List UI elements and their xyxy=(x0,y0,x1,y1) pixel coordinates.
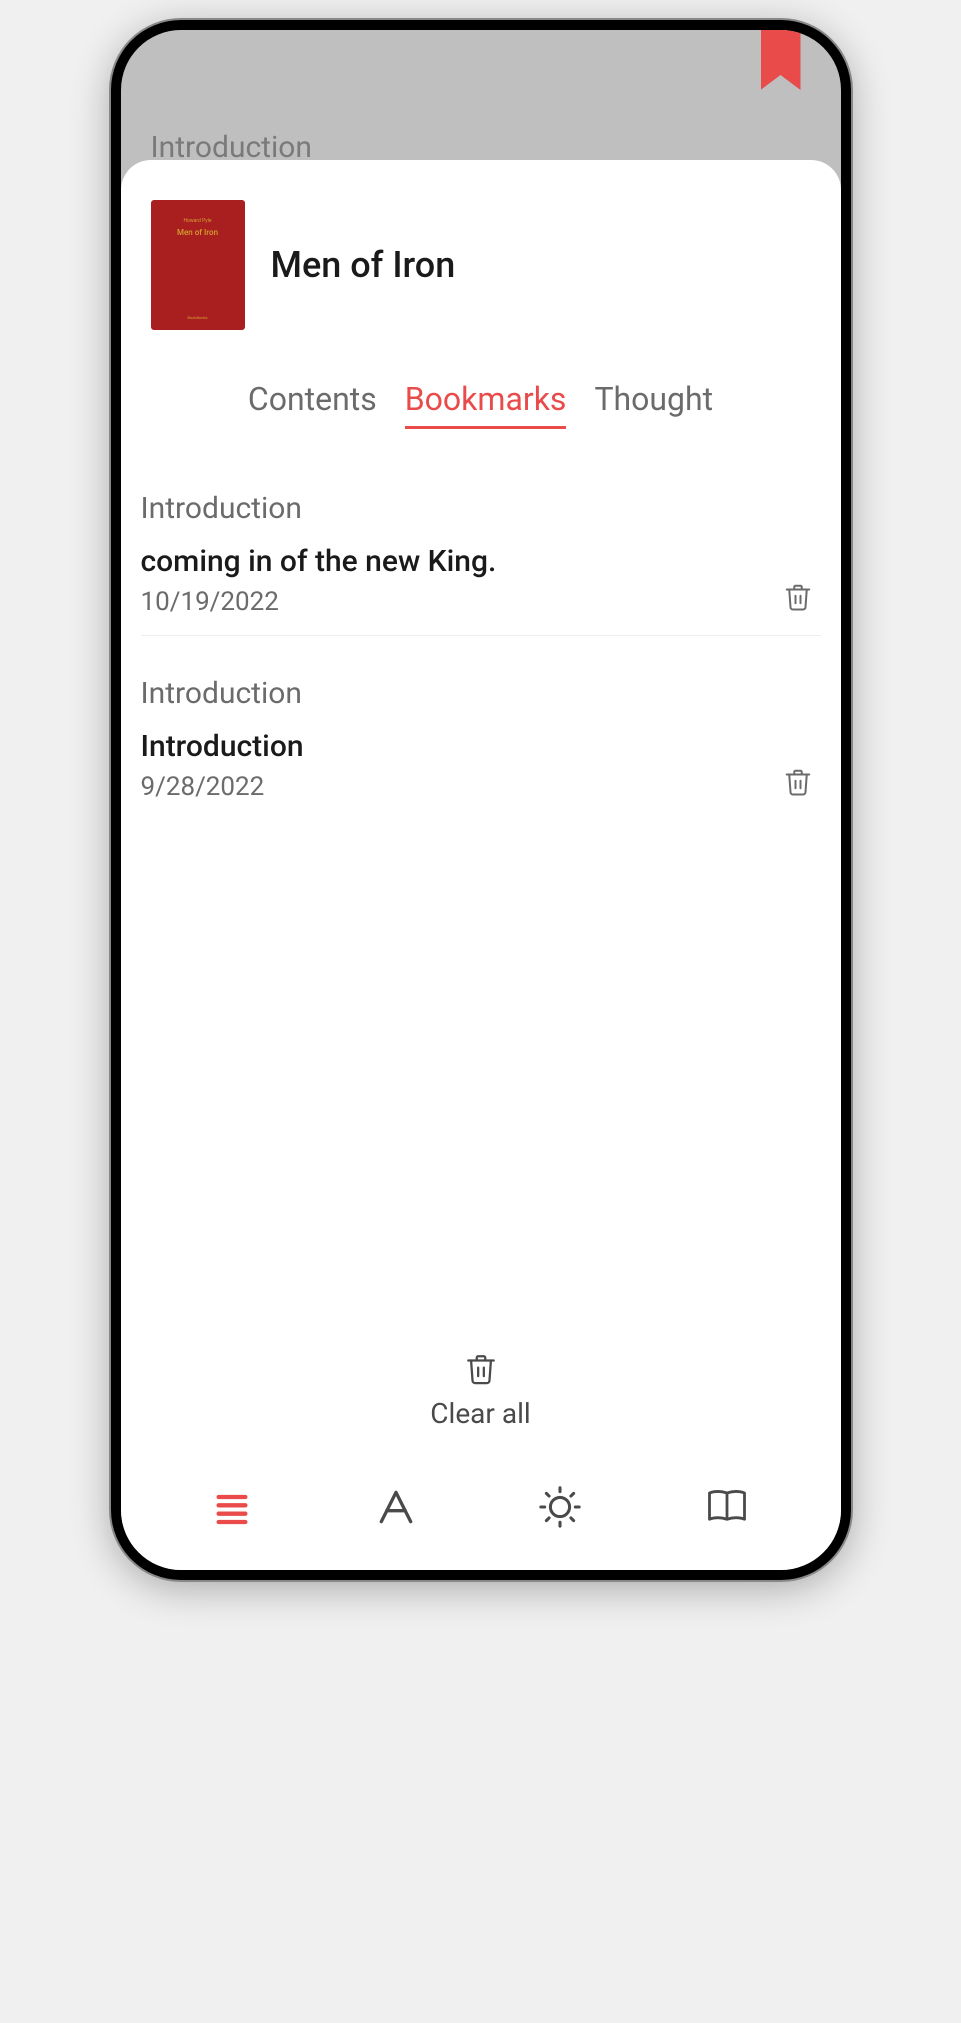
trash-icon xyxy=(464,1351,498,1387)
phone-screen: Introduction Howard Pyle Men of Iron Boo… xyxy=(121,30,841,1570)
book-title: Men of Iron xyxy=(271,244,456,286)
cover-imprint: BookBooks xyxy=(187,315,207,320)
menu-icon xyxy=(210,1487,254,1527)
bookmark-item[interactable]: Introduction Introduction 9/28/2022 xyxy=(141,664,821,820)
trash-icon xyxy=(783,766,813,798)
bookmark-date: 9/28/2022 xyxy=(141,772,821,802)
clear-all-button[interactable]: Clear all xyxy=(121,1331,841,1460)
cover-title: Men of Iron xyxy=(177,228,218,237)
tabs-row: Contents Bookmarks Thought xyxy=(121,350,841,439)
bookmarks-sheet: Howard Pyle Men of Iron BookBooks Men of… xyxy=(121,160,841,1570)
book-header: Howard Pyle Men of Iron BookBooks Men of… xyxy=(121,160,841,350)
bottom-nav xyxy=(121,1460,841,1570)
delete-bookmark-button[interactable] xyxy=(783,766,813,798)
nav-brightness-button[interactable] xyxy=(537,1484,583,1530)
bookmark-text: coming in of the new King. xyxy=(141,544,821,579)
tab-thought[interactable]: Thought xyxy=(594,380,713,429)
bookmark-date: 10/19/2022 xyxy=(141,587,821,617)
book-cover[interactable]: Howard Pyle Men of Iron BookBooks xyxy=(151,200,245,330)
open-book-icon xyxy=(703,1486,751,1528)
nav-book-button[interactable] xyxy=(703,1486,751,1528)
bookmark-text: Introduction xyxy=(141,729,821,764)
phone-frame: Introduction Howard Pyle Men of Iron Boo… xyxy=(111,20,851,1580)
nav-contents-button[interactable] xyxy=(210,1487,254,1527)
bookmark-chapter: Introduction xyxy=(141,676,821,711)
trash-icon xyxy=(783,581,813,613)
delete-bookmark-button[interactable] xyxy=(783,581,813,613)
bookmark-chapter: Introduction xyxy=(141,491,821,526)
font-icon xyxy=(374,1485,418,1529)
tab-contents[interactable]: Contents xyxy=(248,380,377,429)
bookmark-list: Introduction coming in of the new King. … xyxy=(121,439,841,1331)
clear-all-label: Clear all xyxy=(430,1397,530,1430)
bookmark-item[interactable]: Introduction coming in of the new King. … xyxy=(141,479,821,636)
cover-author: Howard Pyle xyxy=(183,218,211,224)
brightness-icon xyxy=(537,1484,583,1530)
tab-bookmarks[interactable]: Bookmarks xyxy=(405,380,567,429)
nav-font-button[interactable] xyxy=(374,1485,418,1529)
bookmark-ribbon-icon[interactable] xyxy=(761,30,801,90)
